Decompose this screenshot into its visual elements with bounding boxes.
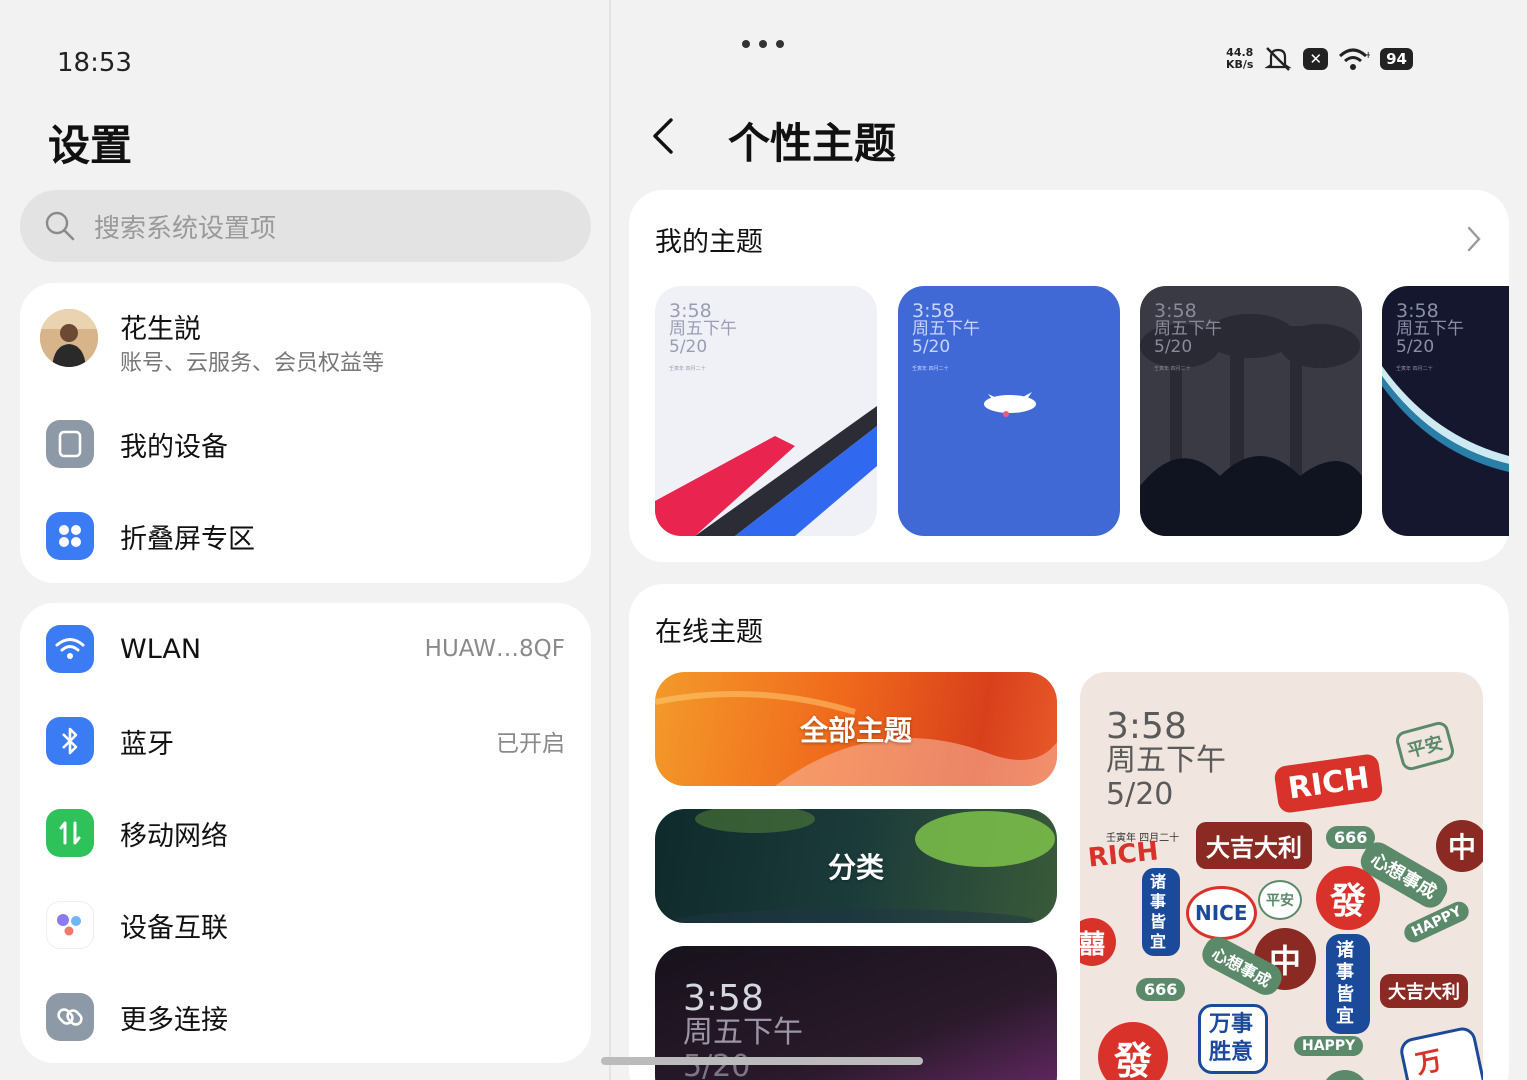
sidebar-item-wlan[interactable]: WLAN HUAW…8QF [20,603,591,695]
account-row[interactable]: 花生説 账号、云服务、会员权益等 [20,283,591,395]
svg-text:+: + [1364,50,1370,61]
theme-thumbnail[interactable]: 3:58 周五下午 5/20 壬寅年 四月二十 [1382,286,1509,536]
section-title: 在线主题 [655,617,763,648]
sidebar-item-more-connections[interactable]: 更多连接 [20,971,591,1063]
chevron-right-icon[interactable] [1467,226,1481,252]
theme-thumbnail[interactable]: 3:58 周五下午 5/20 壬寅年 四月二十 [898,286,1120,536]
status-bar: 44.8 KB/s ✕ + 94 [1226,46,1413,72]
sidebar-item-device-link[interactable]: 设备互联 [20,879,591,971]
back-arrow-icon[interactable] [649,116,677,156]
online-themes-card: 在线主题 全部主题 分类 3:58 周五下午 5/20 3:58 周五下午 5/… [629,584,1509,1080]
no-sim-icon: ✕ [1303,48,1329,70]
settings-pane: 18:53 设置 搜索系统设置项 花生説 账号、云服务、会员权益等 我的设备 折… [0,0,609,1080]
sidebar-item-label: WLAN [120,633,202,665]
themes-pane: 44.8 KB/s ✕ + 94 个性主题 我的主题 3:58 周五下午 5/20 壬寅… [611,0,1527,1080]
battery-level: 94 [1380,48,1413,70]
sidebar-item-my-device[interactable]: 我的设备 [20,398,591,490]
tablet-icon [46,420,94,468]
sidebar-item-label: 移动网络 [120,820,228,852]
mute-bell-icon [1264,47,1293,71]
search-icon [45,211,75,241]
avatar [40,309,98,367]
mobile-data-icon [46,809,94,857]
network-speed: 44.8 KB/s [1226,46,1254,71]
sidebar-item-label: 蓝牙 [120,728,174,760]
sidebar-item-label: 更多连接 [120,1004,228,1036]
more-dots-icon[interactable] [742,40,784,48]
page-title: 个性主题 [728,119,897,168]
status-time: 18:53 [57,48,132,78]
bluetooth-icon [46,717,94,765]
wifi-icon [46,625,94,673]
account-card: 花生説 账号、云服务、会员权益等 我的设备 折叠屏专区 [20,283,591,583]
bluetooth-value: 已开启 [496,731,565,757]
all-themes-label: 全部主题 [799,714,912,747]
sidebar-item-label: 设备互联 [120,912,228,944]
sidebar-item-foldable[interactable]: 折叠屏专区 [20,490,591,582]
section-title: 我的主题 [655,227,763,258]
search-placeholder: 搜索系统设置项 [94,213,277,244]
my-themes-card: 我的主题 3:58 周五下午 5/20 壬寅年 四月二十 3:58 周五下午 5/20 壬寅… [629,190,1509,562]
categories-label: 分类 [827,851,884,884]
sidebar-item-mobile-network[interactable]: 移动网络 [20,787,591,879]
featured-theme-thumbnail[interactable]: 3:58 周五下午 5/20 壬寅年 四月二十 RICH 平安 大吉大利 666… [1080,672,1483,1080]
sidebar-item-bluetooth[interactable]: 蓝牙 已开启 [20,695,591,787]
wifi-status-icon: + [1339,48,1370,70]
sidebar-item-label: 我的设备 [120,431,228,463]
theme-thumbnail[interactable]: 3:58 周五下午 5/20 壬寅年 四月二十 [1140,286,1362,536]
account-name: 花生説 [120,314,201,345]
home-indicator[interactable] [601,1057,923,1065]
theme-thumbnail[interactable]: 3:58 周五下午 5/20 壬寅年 四月二十 [655,286,877,536]
device-link-icon [46,901,94,949]
account-subtitle: 账号、云服务、会员权益等 [120,351,385,376]
link-icon [46,993,94,1041]
four-dots-icon [46,512,94,560]
connectivity-card: WLAN HUAW…8QF 蓝牙 已开启 移动网络 设备互联 更多连接 [20,603,591,1063]
sidebar-item-label: 折叠屏专区 [120,523,255,555]
wlan-value: HUAW…8QF [424,636,565,662]
all-themes-button[interactable]: 全部主题 [655,672,1057,786]
categories-button[interactable]: 分类 [655,809,1057,923]
search-input[interactable]: 搜索系统设置项 [20,190,591,262]
page-title: 设置 [48,121,133,170]
